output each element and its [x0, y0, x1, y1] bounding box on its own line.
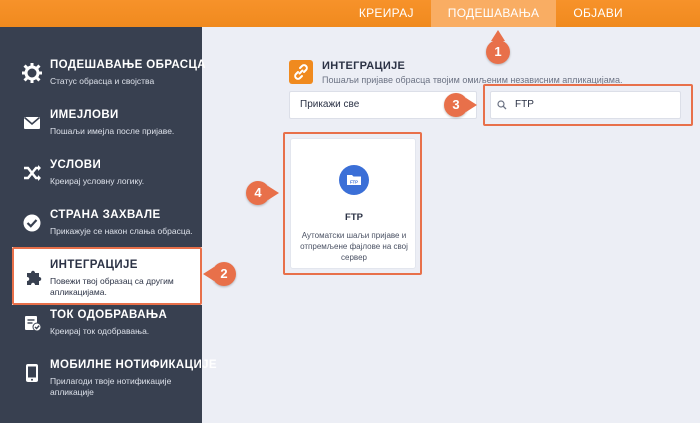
step-marker-3: 3	[444, 93, 468, 117]
step-marker-4: 4	[246, 181, 270, 205]
step-marker-1-arrow	[491, 30, 505, 41]
step-marker-2: 2	[212, 262, 236, 286]
sidebar-item-title: МОБИЛНЕ НОТИФИКАЦИЈЕ	[50, 359, 217, 371]
step-marker-2-arrow	[203, 267, 214, 281]
sidebar-item-title: ПОДЕШАВАЊЕ ОБРАСЦА	[50, 59, 207, 71]
search-icon	[497, 100, 507, 110]
sidebar-item-desc: Креирај условну логику.	[50, 176, 145, 186]
sidebar-item-title: ИМЕЈЛОВИ	[50, 109, 119, 121]
shuffle-icon	[24, 165, 41, 181]
tab-create[interactable]: КРЕИРАЈ	[342, 0, 431, 27]
sidebar-item-desc: Прикажује се након слања обрасца.	[50, 226, 193, 236]
page-title: ИНТЕГРАЦИЈЕ	[322, 60, 406, 72]
tab-publish[interactable]: ОБЈАВИ	[556, 0, 640, 27]
top-bar: КРЕИРАЈ ПОДЕШАВАЊА ОБЈАВИ	[0, 0, 700, 27]
step-marker-3-arrow	[466, 98, 477, 112]
sidebar-item-desc: Статус обрасца и својства	[50, 76, 155, 86]
mobile-icon	[26, 364, 38, 382]
integration-card-ftp[interactable]: FTP FTP Аутоматски шаљи пријаве и отпрем…	[290, 138, 416, 269]
tab-settings[interactable]: ПОДЕШАВАЊА	[430, 0, 557, 27]
ftp-folder-icon: FTP	[339, 165, 369, 195]
approval-icon	[25, 316, 42, 332]
integration-card-name: FTP	[345, 212, 363, 223]
search-input[interactable]: FTP	[490, 91, 681, 119]
sidebar-item-title: СТРАНА ЗАХВАЛЕ	[50, 209, 161, 221]
sidebar-item-desc: Пошаљи имејла после пријаве.	[50, 126, 175, 136]
sidebar-item-form-settings[interactable]: ПОДЕШАВАЊЕ ОБРАСЦА Статус обрасца и свој…	[0, 49, 206, 99]
ftp-logo-text: FTP	[350, 179, 358, 184]
sidebar-item-title: ТОК ОДОБРАВАЊА	[50, 309, 168, 321]
envelope-icon	[23, 116, 41, 129]
highlight-outline	[12, 247, 202, 305]
link-icon	[289, 60, 313, 84]
sidebar-item-approval-flow[interactable]: ТОК ОДОБРАВАЊА Креирај ток одобравања.	[0, 299, 202, 349]
check-circle-icon	[23, 214, 41, 232]
sidebar-item-desc: Прилагоди твоје нотификације апликације	[50, 376, 172, 397]
sidebar-item-title: УСЛОВИ	[50, 159, 102, 171]
step-marker-1: 1	[486, 40, 510, 64]
sidebar-item-thank-you[interactable]: СТРАНА ЗАХВАЛЕ Прикажује се након слања …	[0, 199, 202, 249]
integration-card-description: Аутоматски шаљи пријаве и отпремљене фај…	[300, 231, 408, 262]
sidebar-item-conditions[interactable]: УСЛОВИ Креирај условну логику.	[0, 149, 202, 199]
sidebar-item-desc: Креирај ток одобравања.	[50, 326, 150, 336]
step-marker-4-arrow	[268, 186, 279, 200]
sidebar-item-emails[interactable]: ИМЕЈЛОВИ Пошаљи имејла после пријаве.	[0, 99, 202, 149]
top-tabs: КРЕИРАЈ ПОДЕШАВАЊА ОБЈАВИ	[342, 0, 640, 27]
sidebar: ПОДЕШАВАЊЕ ОБРАСЦА Статус обрасца и свој…	[0, 27, 217, 423]
sidebar-item-mobile-notifications[interactable]: МОБИЛНЕ НОТИФИКАЦИЈЕ Прилагоди твоје нот…	[0, 349, 217, 399]
gear-icon	[22, 63, 42, 83]
